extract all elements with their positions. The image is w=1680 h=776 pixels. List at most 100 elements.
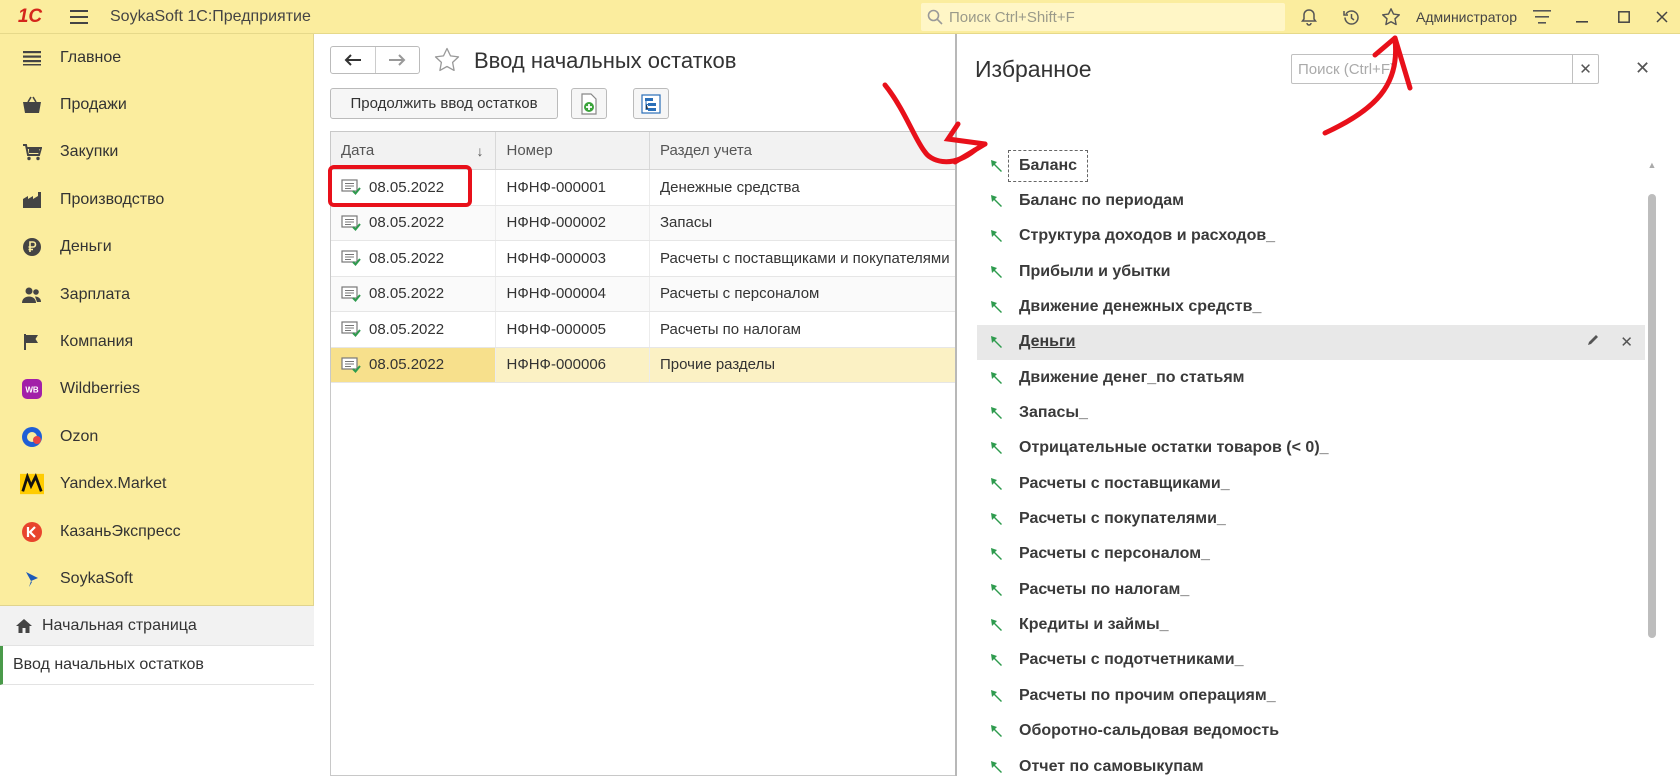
structure-button[interactable] [633,88,669,119]
sidebar-item-cart[interactable]: Закупки [0,129,313,176]
scroll-up-icon[interactable]: ▲ [1647,160,1657,174]
pin-icon [989,158,1005,174]
cell-number: НФНФ-000002 [496,205,650,240]
close-window-icon[interactable] [1644,0,1680,34]
people-icon [20,283,44,307]
table-row[interactable]: 08.05.2022 НФНФ-000006 Прочие разделы [331,347,955,383]
favorite-item-label: Расчеты с покупателями_ [1019,510,1226,528]
favorite-item[interactable]: Баланс [977,148,1645,183]
flag-icon [20,330,44,354]
history-icon[interactable] [1333,0,1369,34]
sidebar-item-yandex-market[interactable]: Yandex.Market [0,461,313,508]
open-windows-panel: Начальная страница Ввод начальных остатк… [0,605,314,776]
sidebar-item-label: Wildberries [60,380,141,398]
sidebar-item-list[interactable]: Главное [0,34,313,81]
clear-search-icon[interactable]: ✕ [1572,55,1598,83]
cell-date: 08.05.2022 [331,312,497,347]
minimize-icon[interactable] [1564,0,1600,34]
remove-favorite-icon[interactable]: ✕ [1620,333,1633,351]
home-page-link[interactable]: Начальная страница [0,606,314,646]
favorite-item[interactable]: Запасы_ [977,395,1645,430]
favorite-item[interactable]: Отчет по самовыкупам [977,749,1645,776]
table-row[interactable]: 08.05.2022 НФНФ-000004 Расчеты с персонало… [331,276,955,312]
close-panel-icon[interactable]: ✕ [1635,58,1650,79]
forward-arrow-icon[interactable] [376,47,420,73]
favorite-item[interactable]: Расчеты по прочим операциям_ [977,678,1645,713]
favorite-item[interactable]: Расчеты по налогам_ [977,572,1645,607]
favorite-item[interactable]: Движение денежных средств_ [977,289,1645,324]
favorite-item-label: Расчеты по налогам_ [1019,580,1190,598]
column-header-date[interactable]: Дата ↓ [331,132,497,169]
open-tab-initial-balances[interactable]: Ввод начальных остатков [0,646,314,685]
global-search-input[interactable]: Поиск Ctrl+Shift+F [921,3,1285,31]
add-to-favorites-star-icon[interactable] [433,46,461,78]
sidebar-item-label: Закупки [60,143,119,161]
favorite-item[interactable]: Отрицательные остатки товаров (< 0)_ [977,431,1645,466]
favorite-item[interactable]: Деньги ✕ [977,324,1645,361]
back-arrow-icon[interactable] [331,47,376,73]
annotation-highlight-box [328,165,472,207]
pin-icon [989,652,1005,668]
favorites-scrollbar[interactable]: ▲ [1647,160,1657,776]
cell-section: Расчеты с персоналом [660,285,820,303]
sidebar-item-flag[interactable]: Компания [0,318,313,365]
favorites-search-input[interactable]: Поиск (Ctrl+F) ✕ [1291,54,1599,84]
sidebar-item-basket[interactable]: Продажи [0,81,313,128]
favorite-item[interactable]: Расчеты с поставщиками_ [977,466,1645,501]
continue-input-button[interactable]: Продолжить ввод остатков [330,88,558,119]
favorite-item-label: Запасы_ [1019,404,1088,422]
scroll-thumb[interactable] [1648,194,1656,638]
favorite-item[interactable]: Движение денег_по статьям [977,360,1645,395]
sidebar-item-ozon[interactable]: Ozon [0,413,313,460]
favorite-item[interactable]: Расчеты с покупателями_ [977,501,1645,536]
column-header-number[interactable]: Номер [496,132,650,169]
sidebar-item-people[interactable]: Зарплата [0,271,313,318]
favorite-item-label: Расчеты с подотчетниками_ [1019,651,1244,669]
cell-date: 08.05.2022 [331,205,497,240]
favorite-item[interactable]: Прибыли и убытки [977,254,1645,289]
pin-icon [989,370,1005,386]
sidebar-item-label: Продажи [60,96,127,114]
pin-icon [989,759,1005,775]
sidebar-item-label: Зарплата [60,285,131,303]
table-row[interactable]: 08.05.2022 НФНФ-000002 Запасы [331,205,955,241]
app-title: SoykaSoft 1С:Предприятие [110,7,311,25]
bell-icon[interactable] [1291,0,1327,34]
soykasoft-logo [20,567,44,591]
create-document-button[interactable] [571,88,607,119]
kazanexpress-logo [20,520,44,544]
sidebar-item-soykasoft[interactable]: SoykaSoft [0,555,313,602]
favorite-item[interactable]: Расчеты с персоналом_ [977,537,1645,572]
edit-pencil-icon[interactable] [1586,333,1600,351]
home-icon [14,614,34,638]
settings-menu-icon[interactable] [1524,0,1560,34]
favorite-item[interactable]: Баланс по периодам [977,183,1645,218]
cell-date: 08.05.2022 [331,241,497,276]
favorite-item[interactable]: Расчеты с подотчетниками_ [977,643,1645,678]
sidebar-item-ruble[interactable]: Деньги [0,224,313,271]
favorite-item-label: Структура доходов и расходов_ [1019,227,1276,245]
sidebar-item-kazanexpress[interactable]: КазаньЭкспресс [0,508,313,555]
sort-down-icon: ↓ [476,142,484,159]
favorite-item[interactable]: Оборотно-сальдовая ведомость [977,714,1645,749]
table-row[interactable]: 08.05.2022 НФНФ-000005 Расчеты по налогам [331,312,955,348]
documents-table: Дата ↓ Номер Раздел учета 08.05.2022 НФНФ… [330,131,956,776]
sidebar-item-label: Компания [60,333,134,351]
sidebar-item-label: Ozon [60,427,99,445]
table-row[interactable]: 08.05.2022 НФНФ-000003 Расчеты с поставщик… [331,241,955,277]
main-menu-icon[interactable] [62,0,96,34]
favorites-star-icon[interactable] [1373,0,1409,34]
sidebar-item-factory[interactable]: Производство [0,176,313,223]
maximize-icon[interactable] [1606,0,1642,34]
favorite-item[interactable]: Структура доходов и расходов_ [977,219,1645,254]
sidebar: Главное Продажи Закупки Производство Деньги З… [0,34,314,776]
pin-icon [989,299,1005,315]
sidebar-item-wildberries[interactable]: WB Wildberries [0,366,313,413]
favorite-item[interactable]: Кредиты и займы_ [977,607,1645,642]
favorite-item-label: Движение денег_по статьям [1019,368,1245,386]
column-header-section[interactable]: Раздел учета [650,132,955,169]
sidebar-item-label: Деньги [60,238,112,256]
pin-icon [989,440,1005,456]
user-name[interactable]: Администратор [1416,9,1517,25]
pin-icon [989,264,1005,280]
